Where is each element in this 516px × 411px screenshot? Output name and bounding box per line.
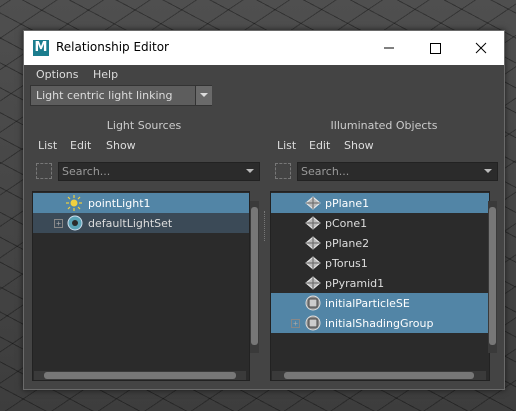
relationship-editor-window: M Relationship Editor Options Help Light… — [23, 30, 505, 390]
left-menu-list[interactable]: List — [38, 139, 57, 152]
item-label: pTorus1 — [325, 257, 368, 270]
chevron-down-icon[interactable] — [483, 167, 493, 175]
right-panel-menu: List Edit Show — [270, 139, 498, 155]
minimize-button[interactable] — [366, 31, 412, 65]
list-item-pCone1[interactable]: pCone1 — [271, 213, 489, 233]
maximize-icon — [430, 43, 441, 54]
mesh-icon — [305, 236, 321, 250]
filter-icon[interactable] — [36, 163, 52, 179]
left-menu-edit[interactable]: Edit — [70, 139, 91, 152]
right-menu-list[interactable]: List — [277, 139, 296, 152]
list-item-initialShadingGroup[interactable]: + initialShadingGroup — [271, 313, 489, 333]
item-label: initialShadingGroup — [325, 317, 434, 330]
close-icon — [475, 42, 487, 54]
light-sources-list[interactable]: pointLight1 + defaultLightSet — [32, 191, 250, 381]
scroll-thumb[interactable] — [284, 372, 474, 379]
illuminated-objects-list[interactable]: pPlane1 pCone1 pPlane2 pTorus1 pPyramid1 — [270, 191, 490, 381]
maya-logo-icon: M — [33, 40, 49, 56]
shading-group-icon — [305, 295, 321, 311]
panel-splitter[interactable] — [264, 211, 267, 241]
right-menu-show[interactable]: Show — [344, 139, 374, 152]
right-vertical-scrollbar[interactable] — [488, 201, 497, 353]
list-item-pPlane1[interactable]: pPlane1 — [271, 193, 489, 213]
mesh-icon — [305, 196, 321, 210]
item-label: defaultLightSet — [88, 217, 173, 230]
light-set-icon — [67, 215, 83, 231]
mesh-icon — [305, 276, 321, 290]
left-search-field[interactable] — [58, 162, 260, 181]
item-label: pPlane2 — [325, 237, 370, 250]
left-search-input[interactable] — [62, 164, 232, 178]
right-horizontal-scrollbar[interactable] — [272, 371, 486, 380]
menu-options[interactable]: Options — [36, 68, 78, 81]
window-title: Relationship Editor — [56, 40, 169, 54]
chevron-down-icon — [200, 93, 208, 97]
item-label: pCone1 — [325, 217, 368, 230]
menu-help[interactable]: Help — [93, 68, 118, 81]
mesh-icon — [305, 256, 321, 270]
item-label: pPlane1 — [325, 197, 370, 210]
scroll-thumb[interactable] — [489, 207, 496, 345]
left-horizontal-scrollbar[interactable] — [34, 371, 246, 380]
expand-icon[interactable]: + — [291, 319, 300, 328]
maximize-button[interactable] — [412, 31, 458, 65]
linking-mode-dropdown[interactable]: Light centric light linking — [30, 85, 212, 106]
scroll-thumb[interactable] — [44, 372, 236, 379]
close-button[interactable] — [458, 31, 504, 65]
point-light-icon — [66, 195, 82, 211]
list-item-pPyramid1[interactable]: pPyramid1 — [271, 273, 489, 293]
list-item-initialParticleSE[interactable]: initialParticleSE — [271, 293, 489, 313]
list-item-pTorus1[interactable]: pTorus1 — [271, 253, 489, 273]
right-menu-edit[interactable]: Edit — [309, 139, 330, 152]
menu-bar: Options Help — [24, 66, 504, 84]
left-menu-show[interactable]: Show — [106, 139, 136, 152]
list-item-defaultLightSet[interactable]: + defaultLightSet — [33, 213, 249, 233]
filter-icon[interactable] — [275, 163, 291, 179]
item-label: pointLight1 — [88, 197, 151, 210]
left-vertical-scrollbar[interactable] — [250, 201, 259, 353]
dropdown-button[interactable] — [195, 86, 212, 105]
item-label: initialParticleSE — [325, 297, 410, 310]
shading-group-icon — [305, 315, 321, 331]
light-sources-title: Light Sources — [106, 119, 182, 132]
expand-icon[interactable]: + — [54, 219, 63, 228]
illuminated-objects-title: Illuminated Objects — [330, 119, 438, 132]
list-item-pointLight1[interactable]: pointLight1 — [33, 193, 249, 213]
scroll-thumb[interactable] — [251, 207, 258, 345]
right-search-input[interactable] — [301, 164, 471, 178]
right-search-field[interactable] — [297, 162, 498, 181]
list-item-pPlane2[interactable]: pPlane2 — [271, 233, 489, 253]
title-bar[interactable]: M Relationship Editor — [24, 31, 504, 65]
item-label: pPyramid1 — [325, 277, 385, 290]
mesh-icon — [305, 216, 321, 230]
minimize-icon — [384, 47, 394, 49]
left-panel-menu: List Edit Show — [24, 139, 264, 155]
chevron-down-icon[interactable] — [245, 167, 255, 175]
linking-mode-value: Light centric light linking — [36, 89, 173, 102]
